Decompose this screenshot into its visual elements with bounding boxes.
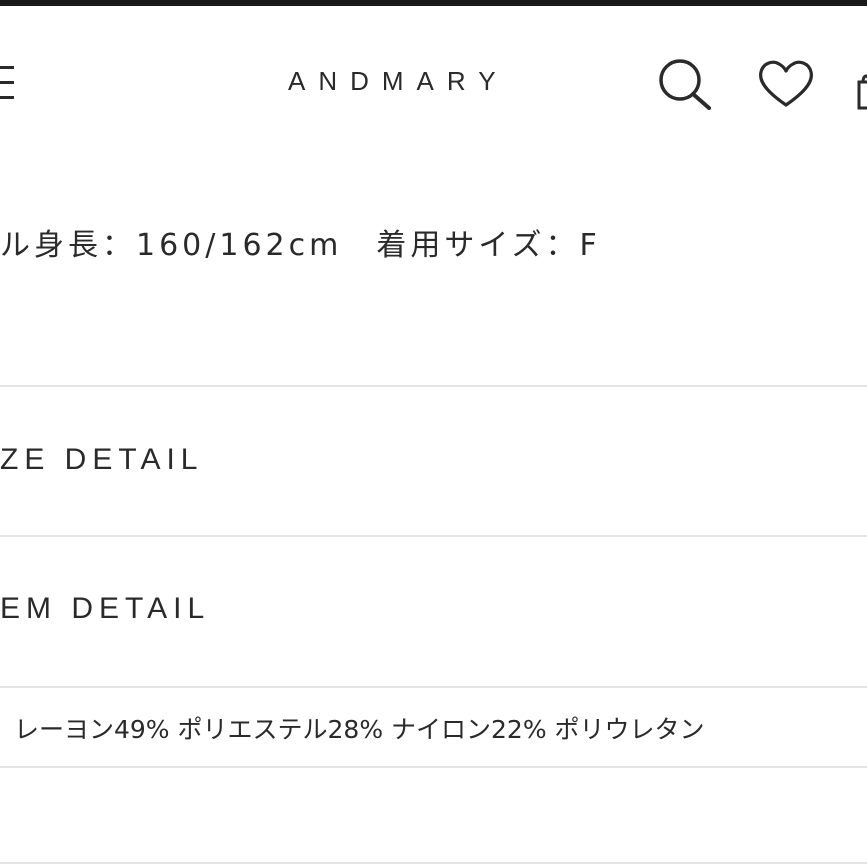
heart-icon[interactable] — [756, 58, 816, 110]
menu-icon[interactable] — [0, 66, 16, 100]
material-box: レーヨン49% ポリエステル28% ナイロン22% ポリウレタン — [0, 686, 867, 768]
item-detail-heading[interactable]: EM DETAIL — [0, 592, 867, 632]
top-bar — [0, 0, 867, 6]
divider — [0, 862, 867, 864]
size-detail-heading[interactable]: ZE DETAIL — [0, 443, 867, 483]
material-composition: レーヨン49% ポリエステル28% ナイロン22% ポリウレタン — [14, 715, 705, 744]
divider — [0, 385, 867, 387]
model-size-info: ル身長：160/162cm 着用サイズ：F — [0, 228, 601, 263]
search-icon[interactable] — [655, 56, 715, 112]
bag-icon[interactable] — [855, 70, 867, 110]
brand-logo[interactable]: ANDMARY — [288, 66, 588, 98]
divider — [0, 535, 867, 537]
